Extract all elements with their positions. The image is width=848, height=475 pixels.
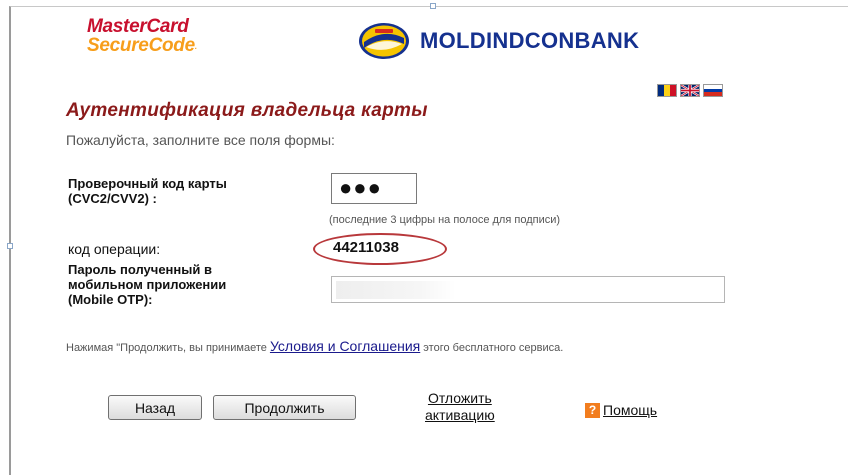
defer-link-line1: Отложить xyxy=(427,390,492,406)
bank-name: MOLDINDCONBANK xyxy=(420,28,640,53)
cvc-label: Проверочный код карты (CVC2/CVV2) : xyxy=(68,176,227,206)
defer-link-line2: активацию xyxy=(425,407,495,423)
otp-label-line2: мобильном приложении xyxy=(68,277,227,292)
securecode-text: SecureCode xyxy=(87,35,195,56)
russia-flag-icon[interactable] xyxy=(703,84,723,97)
bank-emblem-icon xyxy=(359,23,409,59)
uk-flag-icon[interactable] xyxy=(680,84,700,97)
trademark-dot: . xyxy=(194,42,197,51)
selection-handle xyxy=(430,3,436,9)
mastercard-logo-line1: MasterCard xyxy=(87,16,189,37)
mastercard-securecode-logo: MasterCard SecureCode. xyxy=(87,17,197,56)
cvc-input[interactable]: ●●● xyxy=(331,173,417,204)
romania-flag-icon[interactable] xyxy=(657,84,677,97)
help-label: Помощь xyxy=(603,402,658,418)
defer-activation-link[interactable]: Отложить активацию xyxy=(425,390,495,424)
otp-label: Пароль полученный в мобильном приложении… xyxy=(68,262,226,307)
cvc-hint: (последние 3 цифры на полосе для подписи… xyxy=(329,214,561,226)
help-icon: ? xyxy=(585,402,600,418)
selection-handle xyxy=(7,243,13,249)
help-link[interactable]: ? Помощь xyxy=(585,402,657,418)
terms-link[interactable]: Условия и Соглашения xyxy=(270,338,420,354)
otp-input-value xyxy=(336,281,456,299)
otp-label-line1: Пароль полученный в xyxy=(68,262,212,277)
cvc-label-line2: (CVC2/CVV2) : xyxy=(68,191,157,206)
page-title: Аутентификация владельца карты xyxy=(66,100,428,121)
language-selector xyxy=(657,84,723,97)
terms-notice: Нажимая "Продолжить, вы принимаете Услов… xyxy=(66,337,706,357)
mastercard-logo-line2: SecureCode. xyxy=(87,36,197,56)
terms-prefix: Нажимая "Продолжить, вы принимаете xyxy=(66,342,270,354)
annotation-circle xyxy=(313,233,447,265)
otp-input[interactable] xyxy=(331,276,725,303)
bank-logo: MOLDINDCONBANK xyxy=(358,22,639,60)
terms-suffix: этого бесплатного сервиса. xyxy=(420,342,564,354)
operation-code-label: код операции: xyxy=(68,241,161,257)
back-button[interactable]: Назад xyxy=(108,395,202,420)
form-instructions: Пожалуйста, заполните все поля формы: xyxy=(66,132,335,148)
continue-button[interactable]: Продолжить xyxy=(213,395,356,420)
cvc-label-line1: Проверочный код карты xyxy=(68,176,227,191)
otp-label-line3: (Mobile OTP): xyxy=(68,292,153,307)
